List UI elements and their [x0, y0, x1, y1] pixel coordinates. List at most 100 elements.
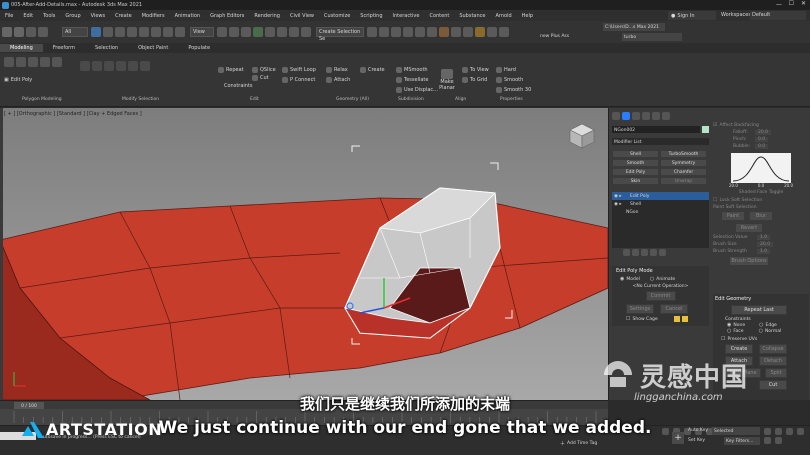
menu-item[interactable]: Arnold [490, 13, 516, 19]
selection-value[interactable]: 1.0 [757, 235, 771, 240]
repeat-last-button[interactable]: Repeat Last [731, 305, 787, 315]
bubble-value[interactable]: 0.0 [755, 144, 769, 149]
viewport-label[interactable]: [ + ] [Orthographic ] [Standard ] [Clay … [4, 111, 142, 117]
swift-loop-button[interactable]: Swift Loop [282, 67, 316, 73]
hierarchy-tab-icon[interactable] [632, 112, 640, 120]
modify-tab-icon[interactable] [622, 112, 630, 120]
make-planar-button[interactable]: Make Planar [436, 69, 458, 91]
ribbon-tab[interactable]: Object Paint [128, 44, 178, 52]
maximize-icon[interactable]: ☐ [789, 0, 794, 7]
selection-filter[interactable]: All [62, 27, 88, 37]
modifier-button[interactable]: Skin [612, 177, 659, 185]
align-icon[interactable] [379, 27, 389, 37]
link-icon[interactable] [26, 27, 36, 37]
edge-mode-icon[interactable] [16, 57, 26, 67]
visibility-icon[interactable]: ◉ ▸ [614, 202, 626, 207]
menu-item[interactable]: Graph Editors [205, 13, 249, 19]
paint-button[interactable]: Paint [721, 211, 745, 221]
detach-button[interactable]: Detach [759, 356, 787, 366]
menu-item[interactable]: File [0, 13, 18, 19]
menu-item[interactable]: Tools [38, 13, 60, 19]
toggle-layer-explorer-icon[interactable] [403, 27, 413, 37]
menu-item[interactable]: Views [86, 13, 110, 19]
object-color-swatch[interactable] [702, 126, 709, 133]
create-button[interactable]: Create [360, 67, 385, 73]
attach-button[interactable]: Attach [326, 77, 350, 83]
arnold-icon[interactable] [487, 27, 497, 37]
lock-soft-sel-row[interactable]: ☐ Lock Soft Selection [713, 197, 809, 203]
menu-item[interactable]: Scripting [355, 13, 387, 19]
motion-tab-icon[interactable] [642, 112, 650, 120]
orbit-icon[interactable] [764, 437, 771, 444]
percent-snap-icon[interactable] [277, 27, 287, 37]
revert-button[interactable]: Revert [735, 223, 763, 233]
configure-sets-icon[interactable] [659, 249, 666, 256]
online-render-icon[interactable] [499, 27, 509, 37]
smooth-button[interactable]: Smooth [496, 77, 523, 83]
menu-item[interactable]: Help [517, 13, 538, 19]
select-by-name-icon[interactable] [103, 27, 113, 37]
viewport-layout-tab[interactable] [0, 108, 3, 400]
close-icon[interactable]: ✕ [801, 0, 806, 7]
modifier-button[interactable]: Symmetry [660, 159, 707, 167]
toggle-scene-explorer-icon[interactable] [391, 27, 401, 37]
hard-button[interactable]: Hard [496, 67, 516, 73]
rendered-frame-icon[interactable] [463, 27, 473, 37]
blur-button[interactable]: Blur [749, 211, 773, 221]
msmooth-button[interactable]: MSmooth [396, 67, 428, 73]
loop-mode-icon[interactable] [128, 61, 138, 71]
minimize-icon[interactable]: — [776, 1, 782, 8]
modifier-button[interactable]: Smooth [612, 159, 659, 167]
menu-item[interactable]: Edit [18, 13, 38, 19]
ribbon-tab[interactable]: Modeling [0, 44, 43, 52]
cut-button[interactable]: Cut [759, 380, 787, 390]
split-button[interactable]: Split [765, 368, 787, 378]
scale-icon[interactable] [163, 27, 173, 37]
brush-options-button[interactable]: Brush Options [729, 256, 769, 266]
project-path[interactable]: C:\Users\D...s Max 2021 [603, 23, 665, 31]
named-selection-dropdown[interactable]: Create Selection Se [316, 27, 364, 42]
sign-in[interactable]: ● Sign In [668, 11, 716, 20]
ribbon-tab[interactable]: Populate [178, 44, 220, 52]
smooth-30-button[interactable]: Smooth 30 [496, 87, 531, 93]
modifier-button[interactable]: Chamfer [660, 168, 707, 176]
settings-button[interactable]: Settings [626, 304, 654, 314]
create-tab-icon[interactable] [612, 112, 620, 120]
select-manipulate-icon[interactable] [229, 27, 239, 37]
to-view-button[interactable]: To View [462, 67, 489, 73]
cage-color-2[interactable] [681, 316, 688, 322]
polygon-mode-icon[interactable] [40, 57, 50, 67]
window-crossing-icon[interactable] [127, 27, 137, 37]
menu-item[interactable]: Customize [319, 13, 355, 19]
ring-mode-icon[interactable] [140, 61, 150, 71]
pin-stack-icon[interactable] [623, 249, 630, 256]
ring-icon[interactable] [116, 61, 126, 71]
undo-icon[interactable] [2, 27, 12, 37]
edit-geometry-title[interactable]: Edit Geometry [713, 294, 809, 304]
create-button[interactable]: Create [725, 344, 753, 354]
menu-item[interactable]: Create [110, 13, 137, 19]
move-icon[interactable] [139, 27, 149, 37]
unlink-icon[interactable] [38, 27, 48, 37]
menu-item[interactable]: Substance [454, 13, 490, 19]
reference-coord-dropdown[interactable]: View [190, 27, 214, 37]
show-cage-checkbox[interactable]: ☐ [626, 316, 630, 322]
stack-item[interactable]: ◉ ▸ Edit Poly [612, 192, 709, 200]
material-editor-icon[interactable] [439, 27, 449, 37]
rect-select-icon[interactable] [115, 27, 125, 37]
model-radio-icon[interactable]: ◉ [620, 276, 624, 282]
mirror-icon[interactable] [367, 27, 377, 37]
select-object-icon[interactable] [91, 27, 101, 37]
brush-size-value[interactable]: 20.0 [757, 242, 774, 247]
border-mode-icon[interactable] [28, 57, 38, 67]
make-unique-icon[interactable] [641, 249, 648, 256]
render-setup-icon[interactable] [451, 27, 461, 37]
angle-snap-icon[interactable] [265, 27, 275, 37]
preserve-uvs-checkbox[interactable]: ☐ [721, 336, 725, 342]
plugin-dropdown[interactable]: turbo [622, 33, 682, 41]
rotate-icon[interactable] [151, 27, 161, 37]
vertex-mode-icon[interactable] [4, 57, 14, 67]
modifier-list-dropdown[interactable]: Modifier List [612, 138, 709, 145]
redo-icon[interactable] [14, 27, 24, 37]
remove-modifier-icon[interactable] [650, 249, 657, 256]
